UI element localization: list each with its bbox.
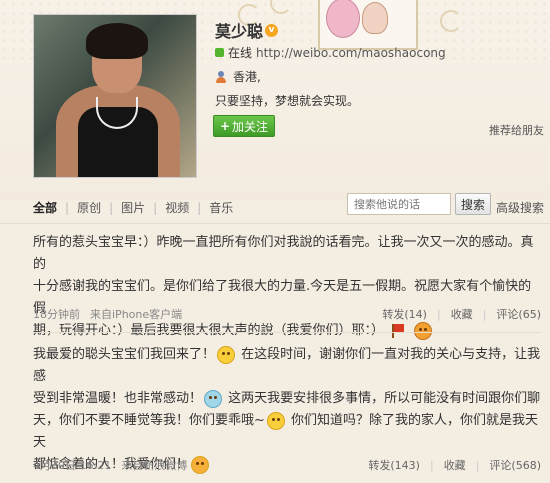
verified-badge-icon: v [265, 23, 279, 37]
online-status-label: 在线 [228, 46, 253, 60]
repost-link[interactable]: 转发(143) [368, 457, 420, 473]
online-status-row: 在线 http://weibo.com/maoshaocong [215, 44, 446, 61]
decor-picture-frame [318, 0, 418, 50]
post-time[interactable]: 18分钟前 [33, 306, 80, 322]
profile-name-row: 莫少聪 v [215, 18, 279, 42]
location-row: 香港, [215, 68, 261, 85]
tab-videos[interactable]: 视频 [165, 199, 189, 216]
tab-music[interactable]: 音乐 [209, 199, 233, 216]
tab-original[interactable]: 原创 [77, 199, 101, 216]
decor-curl [440, 10, 462, 32]
post-actions: 转发(14) | 收藏 | 评论(65) [382, 306, 541, 322]
tab-all[interactable]: 全部 [33, 199, 57, 216]
smile-emoji-icon [266, 411, 285, 430]
profile-bio: 只要坚持，梦想就会实现。 [215, 94, 360, 108]
favorite-link[interactable]: 收藏 [451, 306, 473, 322]
recommend-to-friends-link[interactable]: 推荐给朋友 [489, 122, 544, 138]
favorite-link[interactable]: 收藏 [444, 457, 466, 473]
post-meta: 18分钟前 来自iPhone客户端 转发(14) | 收藏 | 评论(65) [33, 304, 541, 324]
smile-emoji-icon [217, 345, 236, 364]
search-input[interactable] [347, 193, 451, 215]
user-icon [215, 70, 227, 83]
plus-icon: + [219, 119, 231, 133]
follow-button[interactable]: + 加关注 [213, 115, 275, 137]
repost-link[interactable]: 转发(14) [382, 306, 427, 322]
profile-avatar[interactable] [33, 14, 197, 178]
filter-tabs: 全部 | 原创 | 图片 | 视频 | 音乐 [33, 199, 234, 216]
post-divider [33, 332, 541, 333]
cry-emoji-icon [204, 389, 223, 408]
post-text: 所有的惹头宝宝早：）昨晚一直把所有你们对我說的话看完。让我一次又一次的感动。真的… [33, 235, 534, 340]
post-time[interactable]: 4月30日 16:21 [33, 457, 111, 473]
decor-cartoon-hair [326, 0, 360, 38]
post-source[interactable]: 来自新浪微博 [121, 457, 187, 473]
online-status-icon [215, 48, 224, 57]
post-meta: 4月30日 16:21 来自新浪微博 转发(143) | 收藏 | 评论(568… [33, 455, 541, 475]
advanced-search-link[interactable]: 高级搜索 [496, 199, 544, 216]
decor-cartoon-face [362, 2, 388, 34]
follow-button-label: 加关注 [232, 119, 269, 134]
post-source[interactable]: 来自iPhone客户端 [90, 306, 182, 322]
search-button[interactable]: 搜索 [455, 193, 491, 215]
comment-link[interactable]: 评论(65) [496, 306, 541, 322]
profile-url[interactable]: http://weibo.com/maoshaocong [256, 46, 446, 60]
filter-bar: 全部 | 原创 | 图片 | 视频 | 音乐 搜索 高级搜索 [0, 188, 550, 224]
post-actions: 转发(143) | 收藏 | 评论(568) [368, 457, 541, 473]
profile-name[interactable]: 莫少聪 [215, 18, 263, 42]
tab-pictures[interactable]: 图片 [121, 199, 145, 216]
location-text: 香港, [233, 70, 261, 84]
laugh-emoji-icon [414, 321, 433, 340]
comment-link[interactable]: 评论(568) [489, 457, 541, 473]
post-item: 所有的惹头宝宝早：）昨晚一直把所有你们对我說的话看完。让我一次又一次的感动。真的… [33, 232, 541, 342]
flag-emoji-icon [390, 322, 406, 340]
